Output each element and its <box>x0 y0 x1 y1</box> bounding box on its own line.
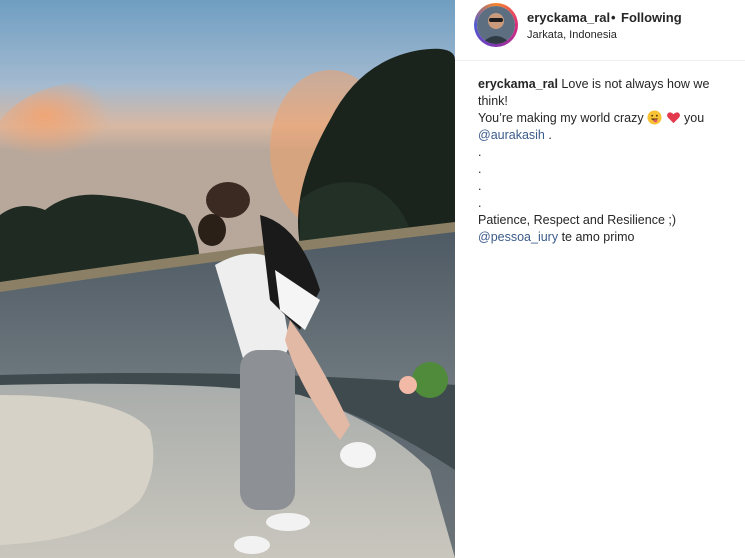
avatar[interactable] <box>477 6 515 44</box>
caption-line-4: @aurakasih . <box>478 127 740 144</box>
post-photo[interactable] <box>0 0 455 558</box>
red-heart-emoji-icon <box>666 112 680 124</box>
caption-author-link[interactable]: eryckama_ral <box>478 77 558 91</box>
caption-text: you <box>684 111 705 125</box>
post-header: eryckama_ral • Following Jarkata, Indone… <box>455 0 745 61</box>
mention-link[interactable]: @pessoa_iury <box>478 230 558 244</box>
caption-line-patience: Patience, Respect and Resilience ;) <box>478 213 677 227</box>
username-link[interactable]: eryckama_ral <box>527 10 610 25</box>
location-link[interactable]: Jarkata, Indonesia <box>527 29 617 41</box>
caption-dot-line: . <box>478 179 482 193</box>
caption-text: te amo primo <box>558 230 635 244</box>
avatar-image <box>477 6 515 44</box>
caption-dot-line: . <box>478 145 482 159</box>
caption-text: You’re making my world crazy <box>478 111 644 125</box>
following-button[interactable]: Following <box>621 10 682 25</box>
caption-line-1: eryckama_ral Love is not always how we <box>478 76 740 93</box>
caption-text: . <box>544 128 552 142</box>
caption-line-last: @pessoa_iury te amo primo <box>478 229 740 246</box>
post-caption: eryckama_ral Love is not always how we t… <box>478 76 740 246</box>
mention-link[interactable]: @aurakasih <box>478 128 545 142</box>
caption-line-3: You’re making my world crazy you <box>478 110 740 127</box>
caption-line-2: think! <box>478 94 508 108</box>
caption-dot-line: . <box>478 162 482 176</box>
photo-scene <box>0 0 455 558</box>
caption-text: Love is not always how we <box>561 77 710 91</box>
caption-dot-line: . <box>478 196 482 210</box>
separator-dot: • <box>611 10 616 25</box>
grinning-tongue-emoji-icon <box>647 110 662 125</box>
post-side-panel: eryckama_ral • Following Jarkata, Indone… <box>455 0 745 558</box>
avatar-story-ring[interactable] <box>474 3 518 47</box>
